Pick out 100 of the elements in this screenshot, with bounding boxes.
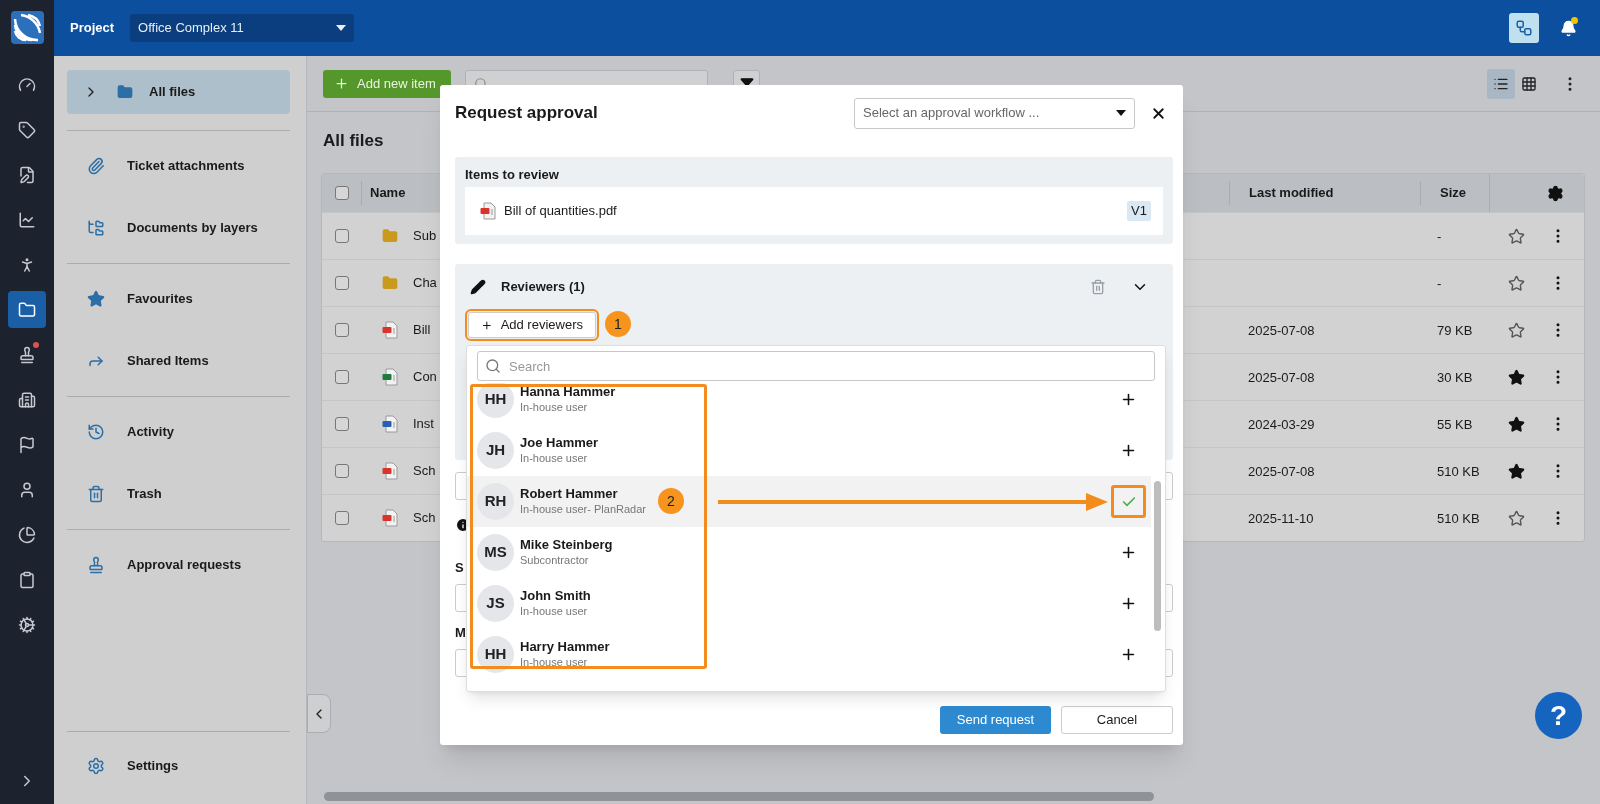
cancel-button[interactable]: Cancel xyxy=(1061,706,1173,734)
folder-icon xyxy=(382,228,398,244)
gears-icon xyxy=(18,615,36,634)
network-icon xyxy=(1515,19,1533,37)
rail-button[interactable] xyxy=(8,291,46,328)
tag-icon xyxy=(18,120,36,139)
file-name: Inst xyxy=(413,415,434,434)
sidebar-item[interactable]: Settings xyxy=(67,732,290,804)
gauge-icon xyxy=(18,75,36,94)
star-icon[interactable] xyxy=(1508,368,1525,386)
reviewer-name: Hanna Hammer xyxy=(520,384,616,400)
checkbox[interactable] xyxy=(334,229,349,243)
star-icon xyxy=(87,290,105,308)
stamp-icon xyxy=(18,345,36,364)
add-reviewers-button[interactable]: Add reviewers xyxy=(468,312,596,338)
tree-icon xyxy=(87,219,105,237)
folder-icon xyxy=(18,300,36,319)
checkbox[interactable] xyxy=(334,511,349,525)
sidebar-item[interactable]: Ticket attachments xyxy=(67,135,290,197)
pdf-file-icon xyxy=(382,509,398,527)
project-select[interactable]: Office Complex 11 xyxy=(130,14,355,42)
stamp-icon xyxy=(87,556,105,574)
pdf-file-icon xyxy=(382,321,398,339)
date-cell: 2025-07-08 xyxy=(1248,323,1315,338)
folder-icon xyxy=(117,84,133,100)
file-name: Cha xyxy=(413,274,437,293)
caret-icon xyxy=(336,25,347,31)
checkbox[interactable] xyxy=(334,370,349,384)
history-icon xyxy=(87,423,105,441)
search-field[interactable]: Search xyxy=(477,351,1155,381)
reviewer-name: Joe Hammer xyxy=(520,435,599,451)
star-icon[interactable] xyxy=(1508,274,1525,292)
file-pen-icon xyxy=(18,165,36,184)
star-icon[interactable] xyxy=(1508,227,1525,245)
size-cell: 55 KB xyxy=(1437,417,1473,432)
reviewer-name: Mike Steinberg xyxy=(520,537,613,553)
file-name: Sub xyxy=(413,227,437,246)
sidebar-item[interactable]: Documents by layers xyxy=(67,197,290,259)
logo xyxy=(10,11,44,44)
building-icon xyxy=(18,390,36,409)
settings-icon xyxy=(87,757,105,775)
scrollbar-thumb[interactable] xyxy=(1154,481,1161,631)
collapse-handle[interactable] xyxy=(307,694,331,733)
checkbox[interactable] xyxy=(334,464,349,478)
reviewer-option[interactable]: JH Joe Hammer In-house user xyxy=(467,425,1151,476)
plus-icon[interactable] xyxy=(1120,646,1137,663)
list-view-button[interactable] xyxy=(1487,68,1515,99)
checkbox[interactable] xyxy=(334,323,349,337)
sidebar-item[interactable]: Activity xyxy=(67,401,290,463)
avatar: MS xyxy=(477,534,514,571)
star-icon[interactable] xyxy=(1508,509,1525,527)
section-heading: Reviewers (1) xyxy=(501,278,585,297)
avatar: RH xyxy=(477,483,514,520)
file-name: Con xyxy=(413,368,437,387)
apps-button[interactable] xyxy=(1509,13,1539,43)
avatar: JS xyxy=(477,585,514,622)
plus-icon[interactable] xyxy=(1120,442,1137,459)
reviewer-role: In-house user xyxy=(520,400,589,415)
star-icon[interactable] xyxy=(1508,321,1525,339)
settings-icon[interactable] xyxy=(1547,184,1564,202)
checkbox[interactable] xyxy=(334,417,349,431)
size-cell: - xyxy=(1437,276,1442,291)
version-tag: V1 xyxy=(1127,201,1151,221)
plus-icon[interactable] xyxy=(1120,544,1137,561)
sidebar-item[interactable]: Favourites xyxy=(67,268,290,330)
reviewer-option[interactable]: HH Hanna Hammer In-house user xyxy=(467,383,1151,425)
pencil-icon xyxy=(470,279,486,295)
reviewer-option[interactable]: JS John Smith In-house user xyxy=(467,578,1151,629)
reviewer-role: In-house user xyxy=(520,451,589,466)
checkbox[interactable] xyxy=(334,186,349,200)
sidebar-item[interactable]: Approval requests xyxy=(67,534,290,596)
date-cell: 2025-11-10 xyxy=(1248,511,1314,526)
pie-chart-icon xyxy=(18,525,36,544)
sidebar-item[interactable]: All files xyxy=(67,70,290,114)
plus-icon[interactable] xyxy=(1120,595,1137,612)
reviewer-role: Subcontractor xyxy=(520,553,590,568)
reviewer-option[interactable]: MS Mike Steinberg Subcontractor xyxy=(467,527,1151,578)
sidebar-item[interactable]: Trash xyxy=(67,463,290,525)
date-cell: 2025-07-08 xyxy=(1248,464,1315,479)
workflow-select[interactable]: Select an approval workflow ... xyxy=(854,97,1135,129)
reviewer-role: In-house user xyxy=(520,655,589,670)
send-request-button[interactable]: Send request xyxy=(940,706,1051,734)
sidebar-item[interactable]: Shared Items xyxy=(67,330,290,392)
field-label: M xyxy=(455,625,467,641)
trash-icon xyxy=(87,485,105,503)
chart-icon xyxy=(18,210,36,229)
reviewer-option[interactable]: HH Harry Hammer In-house user xyxy=(467,629,1151,680)
plus-icon[interactable] xyxy=(1120,391,1137,408)
horizontal-scrollbar[interactable] xyxy=(324,792,1154,801)
reviewer-name: Harry Hammer xyxy=(520,639,610,655)
plus-icon xyxy=(334,76,349,91)
avatar: JH xyxy=(477,432,514,469)
star-icon[interactable] xyxy=(1508,415,1525,433)
reviewer-name: John Smith xyxy=(520,588,591,604)
pdf-file-icon xyxy=(382,462,398,480)
section-heading: Items to review xyxy=(465,166,559,185)
folder-icon xyxy=(382,275,398,291)
page-title: All files xyxy=(322,130,385,152)
star-icon[interactable] xyxy=(1508,462,1525,480)
checkbox[interactable] xyxy=(334,276,349,290)
